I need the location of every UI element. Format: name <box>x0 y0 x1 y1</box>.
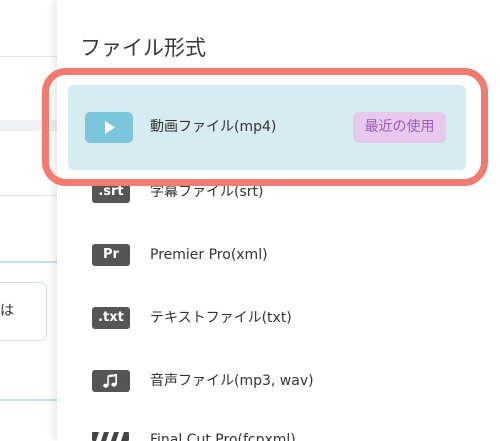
txt-file-icon: .txt <box>92 307 130 329</box>
music-note-glyph <box>103 374 117 388</box>
background-accent-line <box>0 261 57 263</box>
file-format-panel: ファイル形式 動画ファイル(mp4) 最近の使用 .srt 字幕ファイル(srt… <box>57 0 500 441</box>
recently-used-badge: 最近の使用 <box>353 112 446 143</box>
format-item-subtitle-srt[interactable]: .srt 字幕ファイル(srt) <box>68 170 466 214</box>
music-note-icon <box>92 370 130 392</box>
background-band <box>0 120 57 131</box>
format-item-label: 音声ファイル(mp3, wav) <box>150 373 314 389</box>
format-item-label: 字幕ファイル(srt) <box>150 184 264 200</box>
panel-title: ファイル形式 <box>80 36 206 60</box>
format-item-label: テキストファイル(txt) <box>150 310 292 326</box>
background-input-text: は <box>0 303 14 319</box>
play-icon <box>85 112 133 143</box>
format-item-label: Final Cut Pro(fcpxml) <box>150 433 296 441</box>
srt-file-icon: .srt <box>92 181 130 203</box>
format-item-text-txt[interactable]: .txt テキストファイル(txt) <box>68 296 466 340</box>
format-item-video-mp4[interactable]: 動画ファイル(mp4) 最近の使用 <box>68 85 466 170</box>
format-item-label: Premier Pro(xml) <box>150 247 268 263</box>
premiere-pro-icon: Pr <box>92 244 130 266</box>
play-triangle <box>105 121 115 134</box>
format-item-premiere-pro-xml[interactable]: Pr Premier Pro(xml) <box>68 233 466 277</box>
background-accent-line <box>0 399 57 401</box>
background-divider <box>0 195 57 196</box>
format-item-label: 動画ファイル(mp4) <box>150 119 277 135</box>
format-item-audio-mp3-wav[interactable]: 音声ファイル(mp3, wav) <box>68 359 466 403</box>
background-divider <box>0 56 57 57</box>
clapperboard-icon <box>92 432 129 441</box>
format-item-final-cut-pro[interactable]: Final Cut Pro(fcpxml) <box>68 421 466 441</box>
background-text-input[interactable]: は <box>0 282 47 341</box>
